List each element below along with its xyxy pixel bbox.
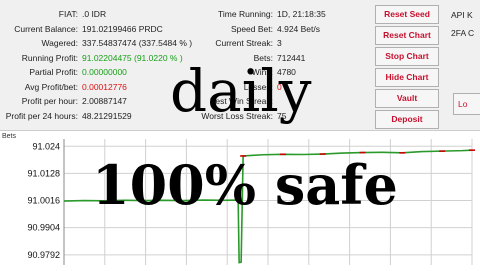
api-panel: API K 2FA C Lo <box>445 0 480 124</box>
left-stat-value: 48.21291529 <box>82 110 132 121</box>
stop-chart-button[interactable]: Stop Chart <box>375 47 439 66</box>
left-stat-label: Partial Profit: <box>29 67 78 77</box>
left-stat-value: 0.00000000 <box>82 67 127 77</box>
deposit-button[interactable]: Deposit <box>375 110 439 129</box>
reset-chart-button[interactable]: Reset Chart <box>375 26 439 45</box>
right-stat-value: 3 <box>277 38 282 48</box>
chart-y-tick-label: 91.024 <box>32 141 60 151</box>
left-stat-label: Wagered: <box>41 38 78 48</box>
left-stat-label: Avg Profit/bet: <box>24 81 78 92</box>
right-stat-value: 1D, 21:18:35 <box>277 9 326 19</box>
overlay-text-bottom: 100% safe <box>92 153 398 217</box>
twofa-label: 2FA C <box>451 28 475 38</box>
right-stat-label: Time Running: <box>218 9 273 19</box>
api-key-label: API K <box>451 10 473 20</box>
vault-button[interactable]: Vault <box>375 89 439 108</box>
left-stat-label: Running Profit: <box>21 52 78 63</box>
left-stat-value: 2.00887147 <box>82 96 127 106</box>
chart-y-tick-label: 91.0016 <box>27 196 60 206</box>
left-stat-value: 0.00012776 <box>82 81 127 92</box>
left-stat-value: 337.54837474 (337.5484 % ) <box>82 38 193 48</box>
chart-y-tick-label: 90.9792 <box>27 250 60 260</box>
left-stat-value: .0 IDR <box>82 9 107 19</box>
login-button[interactable]: Lo <box>453 93 480 115</box>
chart-y-tick-label: 90.9904 <box>27 223 60 233</box>
chart-y-tick-label: 91.0128 <box>27 168 60 178</box>
right-stat-value: 4.924 Bet/s <box>277 23 321 34</box>
reset-seed-button[interactable]: Reset Seed <box>375 5 439 24</box>
left-stat-value: 91.02204475 (91.0220 % ) <box>82 52 183 63</box>
left-stat-label: Profit per 24 hours: <box>5 110 78 121</box>
right-stat-label: Speed Bet: <box>230 23 273 34</box>
overlay-text-top: daily <box>170 57 312 125</box>
left-stat-value: 191.02199466 PRDC <box>82 23 163 34</box>
right-stat-label: Current Streak: <box>215 38 273 48</box>
hide-chart-button[interactable]: Hide Chart <box>375 68 439 87</box>
left-stat-label: Current Balance: <box>14 23 78 34</box>
left-stat-label: Profit per hour: <box>21 96 78 106</box>
left-stat-label: FIAT: <box>58 9 78 19</box>
